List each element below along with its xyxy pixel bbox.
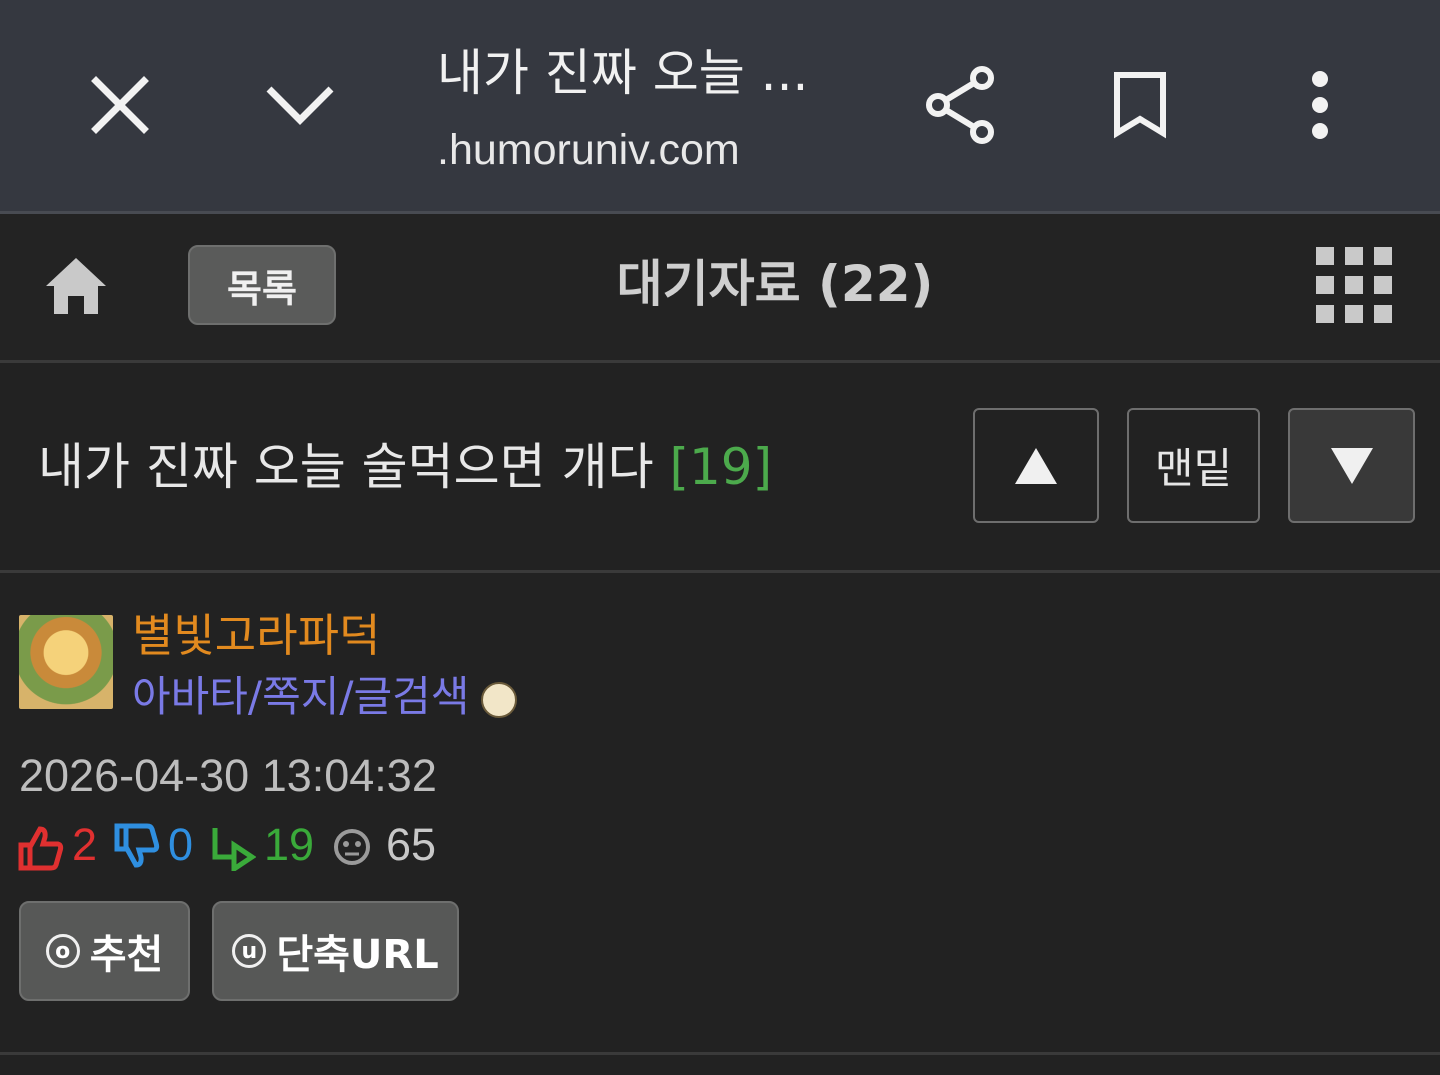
post-title: 내가 진짜 오늘 술먹으면 개다 [19] (38, 427, 938, 507)
shortcut-u-icon: u (232, 934, 267, 968)
divider (0, 1052, 1440, 1055)
reply-arrow-icon (212, 828, 256, 871)
recommend-button[interactable]: o 추천 (19, 901, 190, 1001)
author-links[interactable]: 아바타/쪽지/글검색 (132, 668, 469, 726)
more-vert-icon[interactable] (1275, 60, 1365, 150)
comment-count[interactable]: [19] (669, 438, 772, 496)
browser-toolbar: 내가 진짜 오늘 ... .humoruniv.com (0, 0, 1440, 214)
views-face-icon (334, 829, 370, 865)
post-title-text: 내가 진짜 오늘 술먹으면 개다 (38, 438, 654, 496)
triangle-down-icon (1330, 447, 1373, 484)
post-date: 2026-04-30 13:04:32 (19, 750, 437, 801)
medal-badge-icon (481, 682, 517, 718)
site-nav-bar: 목록 대기자료 (22) (0, 214, 1440, 363)
triangle-up-icon (1015, 447, 1057, 484)
share-icon[interactable] (915, 60, 1005, 150)
page-url[interactable]: .humoruniv.com (437, 122, 767, 178)
grid-menu-icon[interactable] (1316, 247, 1392, 323)
view-count: 65 (386, 819, 437, 870)
chevron-down-icon[interactable] (255, 60, 345, 150)
recommend-label: 추천 (89, 932, 164, 978)
list-button[interactable]: 목록 (188, 245, 336, 325)
scroll-down-button[interactable] (1288, 408, 1415, 523)
thumbs-down-icon[interactable] (114, 823, 160, 869)
board-title: 대기자료 (22) (616, 255, 934, 313)
dislike-count: 0 (168, 819, 194, 870)
post-title-row: 내가 진짜 오늘 술먹으면 개다 [19] 맨밑 (0, 363, 1440, 573)
author-name[interactable]: 별빛고라파덕 (132, 606, 380, 666)
close-icon[interactable] (75, 60, 165, 150)
home-icon[interactable] (44, 254, 108, 318)
comment-total: 19 (264, 819, 315, 870)
thumbs-up-icon[interactable] (18, 825, 64, 871)
shortcut-o-icon: o (45, 934, 80, 968)
scroll-up-button[interactable] (973, 408, 1099, 523)
bookmark-icon[interactable] (1095, 60, 1185, 150)
like-count: 2 (72, 819, 98, 870)
short-url-label: 단축URL (276, 932, 439, 978)
scroll-bottom-button[interactable]: 맨밑 (1127, 408, 1260, 523)
avatar[interactable] (19, 615, 113, 709)
page-title: 내가 진짜 오늘 ... (437, 44, 809, 102)
short-url-button[interactable]: u 단축URL (212, 901, 459, 1001)
